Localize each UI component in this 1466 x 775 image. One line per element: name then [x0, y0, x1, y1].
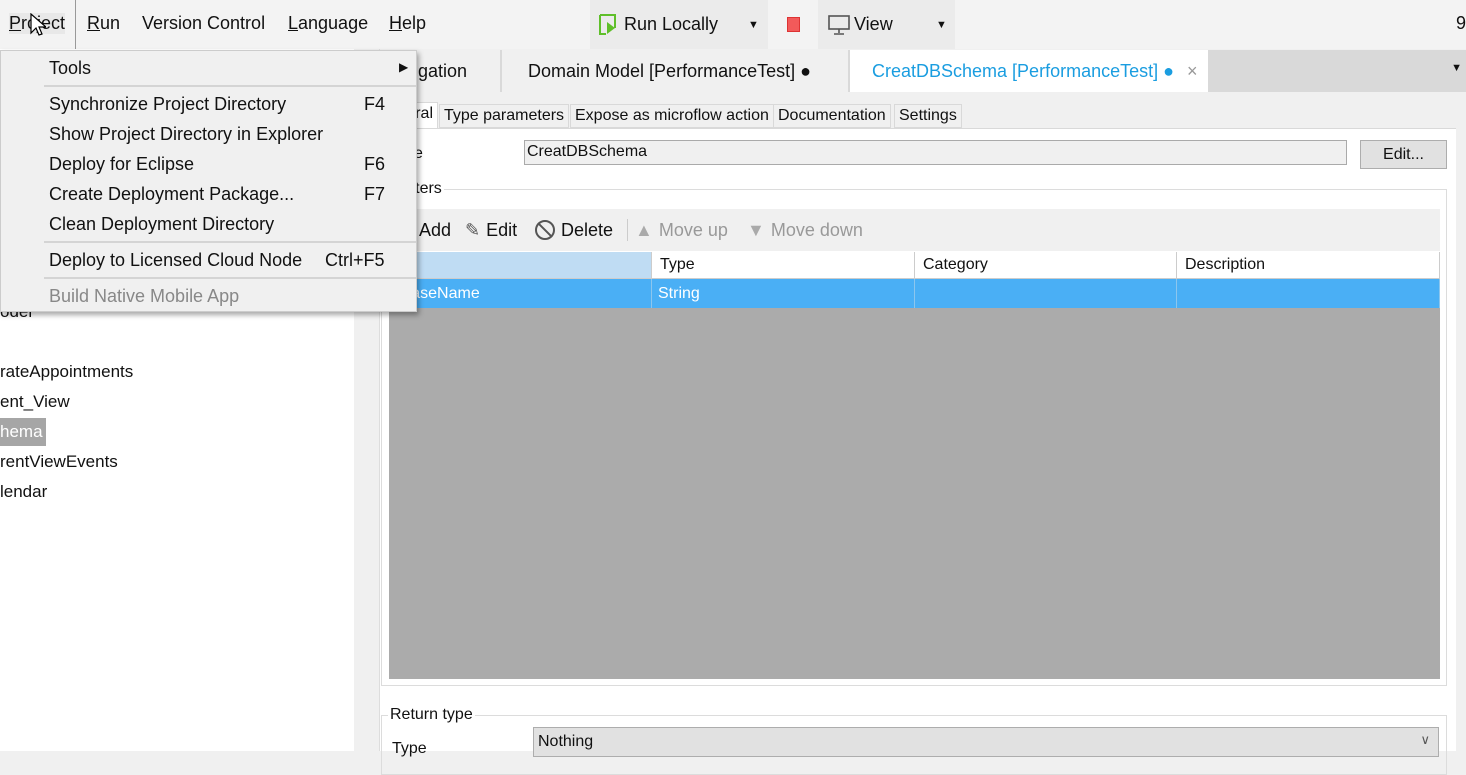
name-field[interactable]: CreatDBSchema: [524, 140, 1347, 165]
tree-item[interactable]: ent_View: [0, 388, 70, 416]
monitor-icon: [828, 14, 850, 35]
cell-name: tabaseName: [389, 279, 652, 308]
parameters-toolbar: Add ✎ Edit Delete ▲ Move up ▼ Move down: [389, 209, 1440, 251]
prohibited-icon: [535, 220, 555, 240]
mouse-cursor-icon: [30, 13, 46, 36]
cell-category: [915, 279, 1177, 308]
parameters-group: ameters Add ✎Edit Delete ▲Move up ▼Move …: [381, 180, 1447, 686]
edit-name-button[interactable]: Edit...: [1360, 140, 1447, 169]
chevron-down-icon: ∨: [1420, 732, 1430, 747]
stop-button[interactable]: [770, 0, 816, 49]
run-locally-button[interactable]: Run Locally ▼: [590, 0, 768, 49]
shortcut: Ctrl+F5: [325, 250, 385, 270]
menu-separator: [44, 241, 416, 243]
triangle-up-icon: ▲: [635, 220, 653, 240]
column-header-category[interactable]: Category: [915, 252, 1177, 278]
menu-item-create-package[interactable]: Create Deployment Package...: [49, 184, 294, 205]
cell-description: [1177, 279, 1440, 308]
return-type-group: Return type Type Nothing ∨: [381, 706, 1447, 775]
move-up-button[interactable]: ▲ Move up: [635, 209, 728, 251]
shortcut: F6: [364, 154, 386, 174]
triangle-down-icon: ▼: [747, 220, 765, 240]
delete-button[interactable]: Delete: [535, 209, 613, 251]
cell-type: String: [652, 279, 915, 308]
divider: [627, 219, 628, 241]
edit-button[interactable]: ✎ Edit: [465, 209, 517, 251]
tree-item-selected[interactable]: hema: [0, 418, 46, 446]
view-label: View: [854, 14, 893, 34]
menu-item-clean-deployment[interactable]: Clean Deployment Directory: [49, 214, 274, 235]
menu-bar: Project Run Version Control Language Hel…: [0, 0, 1466, 49]
return-type-legend: Return type: [388, 706, 475, 724]
clipped-text: 9: [1456, 13, 1466, 33]
move-down-button[interactable]: ▼ Move down: [747, 209, 863, 251]
tree-item[interactable]: lendar: [0, 478, 47, 506]
column-header-name[interactable]: me: [389, 252, 652, 278]
submenu-arrow-icon: ▶: [399, 60, 409, 74]
menu-version-control[interactable]: Version Control: [142, 13, 265, 34]
shortcut: F7: [364, 184, 386, 204]
tab-documentation[interactable]: Documentation: [773, 104, 891, 128]
menu-help[interactable]: Help: [389, 13, 426, 34]
return-type-select[interactable]: Nothing ∨: [533, 727, 1439, 757]
run-locally-label: Run Locally: [624, 14, 719, 34]
menu-item-show-in-explorer[interactable]: Show Project Directory in Explorer: [49, 124, 323, 145]
project-menu: Tools ▶ Synchronize Project Directory F4…: [0, 50, 417, 312]
tree-item[interactable]: rateAppointments: [0, 358, 133, 386]
divider: [75, 0, 76, 49]
run-icon: [599, 13, 616, 35]
menu-item-deploy-eclipse[interactable]: Deploy for Eclipse: [49, 154, 194, 175]
table-row[interactable]: tabaseName String: [389, 279, 1440, 308]
tab-domain-model[interactable]: Domain Model [PerformanceTest] ●: [502, 50, 850, 92]
tab-label: CreatDBSchema [PerformanceTest] ●: [872, 61, 1174, 81]
tab-type-parameters[interactable]: Type parameters: [439, 104, 570, 128]
menu-run[interactable]: Run: [87, 13, 120, 34]
chevron-down-icon[interactable]: ▼: [748, 19, 759, 31]
parameters-table: me Type Category Description tabaseName …: [389, 252, 1440, 679]
menu-item-build-native: Build Native Mobile App: [49, 286, 240, 306]
shortcut: F4: [364, 94, 386, 114]
menu-language[interactable]: Language: [288, 13, 368, 34]
view-button[interactable]: View ▼: [818, 0, 955, 49]
menu-separator: [44, 277, 416, 279]
column-header-description[interactable]: Description: [1177, 252, 1440, 278]
pencil-icon: ✎: [465, 220, 481, 240]
menu-separator: [44, 85, 416, 87]
add-button[interactable]: Add: [419, 209, 451, 251]
table-header: me Type Category Description: [389, 252, 1440, 279]
type-label: Type: [392, 740, 427, 757]
menu-item-deploy-cloud[interactable]: Deploy to Licensed Cloud Node: [49, 250, 302, 271]
general-panel: e CreatDBSchema Edit... ameters Add ✎Edi…: [380, 128, 1456, 775]
chevron-down-icon[interactable]: ▼: [936, 19, 947, 31]
column-header-type[interactable]: Type: [652, 252, 915, 278]
tab-settings[interactable]: Settings: [894, 104, 962, 128]
chevron-down-icon[interactable]: ▼: [1451, 62, 1462, 74]
stop-icon: [786, 17, 800, 32]
tree-item[interactable]: rentViewEvents: [0, 448, 118, 476]
menu-item-tools[interactable]: Tools: [49, 58, 91, 79]
document-tabs: igation Domain Model [PerformanceTest] ●…: [380, 50, 1466, 92]
tab-expose-microflow[interactable]: Expose as microflow action: [570, 104, 774, 128]
menu-item-synchronize[interactable]: Synchronize Project Directory: [49, 94, 286, 115]
tab-creatdbschema[interactable]: CreatDBSchema [PerformanceTest] ● ×: [850, 50, 1210, 92]
close-icon[interactable]: ×: [1187, 61, 1198, 81]
